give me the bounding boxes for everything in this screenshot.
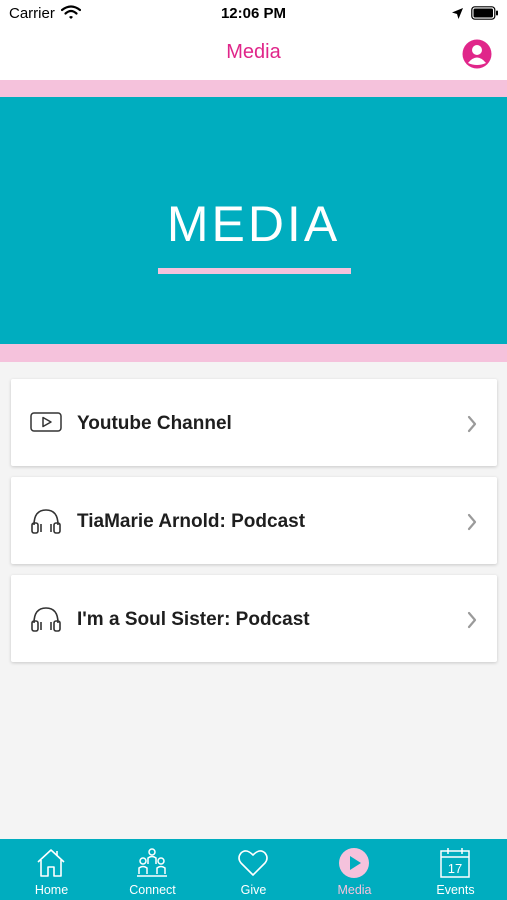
battery-icon	[471, 6, 498, 20]
media-item-label: I'm a Soul Sister: Podcast	[77, 609, 310, 630]
tab-connect[interactable]: Connect	[102, 839, 203, 900]
status-bar: Carrier 12:06 PM	[0, 0, 507, 28]
chevron-right-icon	[467, 611, 477, 629]
tab-label: Give	[240, 883, 267, 897]
play-circle-icon	[339, 848, 369, 878]
navigation-bar: Media	[0, 28, 507, 80]
headphones-icon	[31, 607, 61, 632]
hero-top-stripe	[0, 80, 507, 97]
media-item-tiamarie-arnold-podcast[interactable]: TiaMarie Arnold: Podcast	[11, 477, 497, 564]
chevron-right-icon	[467, 513, 477, 531]
profile-icon[interactable]	[462, 39, 492, 69]
headphones-icon	[31, 509, 61, 534]
hero-title: MEDIA	[166, 196, 341, 252]
tab-label: Media	[337, 883, 372, 897]
chevron-right-icon	[467, 415, 477, 433]
media-item-youtube-channel[interactable]: Youtube Channel	[11, 379, 497, 466]
tab-events[interactable]: 17 Events	[405, 839, 506, 900]
hero-banner: MEDIA	[0, 97, 507, 344]
tab-give[interactable]: Give	[203, 839, 304, 900]
tab-media[interactable]: Media	[304, 839, 405, 900]
status-time: 12:06 PM	[220, 5, 287, 22]
tab-label: Connect	[129, 883, 176, 897]
tab-label: Home	[34, 883, 69, 897]
tab-bar: Home Connect Give Media 17 Events	[0, 839, 507, 900]
home-icon	[37, 849, 65, 877]
media-item-soul-sister-podcast[interactable]: I'm a Soul Sister: Podcast	[11, 575, 497, 662]
youtube-play-icon	[30, 412, 62, 432]
hero-bottom-stripe	[0, 344, 507, 362]
tab-home[interactable]: Home	[1, 839, 102, 900]
calendar-day-number: 17	[448, 861, 462, 876]
calendar-icon: 17	[440, 848, 470, 878]
tab-label: Events	[436, 883, 475, 897]
page-title: Media	[226, 41, 281, 63]
media-item-label: Youtube Channel	[77, 413, 232, 434]
location-arrow-icon	[452, 8, 463, 19]
hero-underline	[158, 268, 351, 274]
people-icon	[137, 848, 167, 877]
media-item-label: TiaMarie Arnold: Podcast	[77, 511, 306, 532]
heart-icon	[238, 850, 268, 876]
